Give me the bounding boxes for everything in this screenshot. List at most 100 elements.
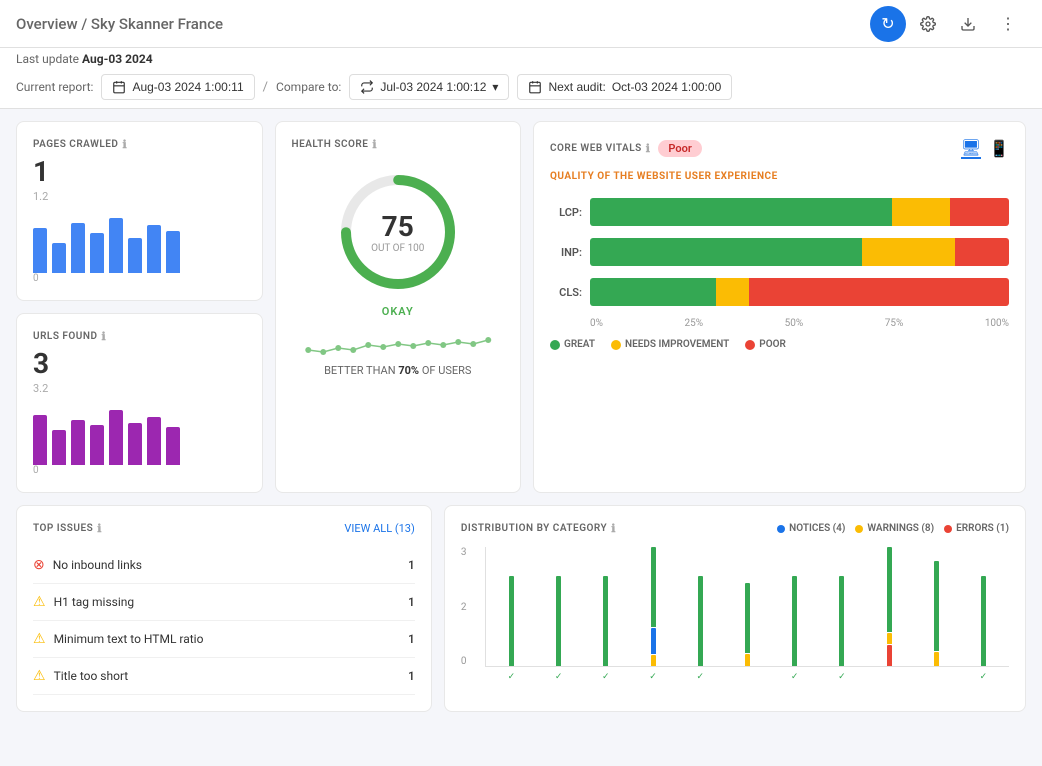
- dist-col: ✓: [631, 547, 674, 666]
- teal-bar: [745, 583, 750, 653]
- refresh-button[interactable]: ↻: [870, 6, 906, 42]
- more-button[interactable]: ⋮: [990, 6, 1026, 42]
- cwv-legend: GREAT NEEDS IMPROVEMENT POOR: [550, 339, 1009, 350]
- check-mark: ✓: [838, 672, 846, 682]
- needs-improvement-dot: [611, 340, 621, 350]
- dist-chart: 3 2 0 ✓ ✓: [461, 547, 1009, 687]
- bar: [128, 423, 142, 465]
- mobile-icon[interactable]: 📱: [989, 139, 1009, 158]
- gauge-score: 75: [371, 210, 424, 243]
- next-audit-button[interactable]: Next audit: Oct-03 2024 1:00:00: [517, 74, 732, 100]
- pages-crawled-scale-bottom: 0: [33, 273, 246, 284]
- pages-crawled-card: PAGES CRAWLED ℹ 1 1.2 0: [16, 121, 263, 301]
- issues-header: TOP ISSUES ℹ VIEW ALL (13): [33, 522, 415, 535]
- issue-text: No inbound links: [53, 558, 400, 572]
- urls-found-chart: [33, 405, 246, 465]
- health-score-title: HEALTH SCORE ℹ: [292, 138, 505, 151]
- cwv-header: CORE WEB VITALS ℹ Poor 🖥 📱: [550, 138, 1009, 159]
- check-mark: ✓: [508, 672, 516, 682]
- view-all-link[interactable]: VIEW ALL (13): [344, 522, 414, 535]
- bar: [109, 218, 123, 273]
- great-dot: [550, 340, 560, 350]
- better-than: BETTER THAN 70% OF USERS: [324, 364, 471, 377]
- warning-icon: ⚠: [33, 668, 46, 684]
- check-mark: ✓: [602, 672, 610, 682]
- legend-poor: POOR: [745, 339, 786, 350]
- cwv-info-icon[interactable]: ℹ: [646, 142, 651, 155]
- settings-button[interactable]: [910, 6, 946, 42]
- notices-legend: NOTICES (4): [777, 523, 845, 534]
- red-bar: [887, 645, 892, 666]
- health-score-card: HEALTH SCORE ℹ 75 OUT OF 100 OKAY: [275, 121, 522, 493]
- bar: [71, 420, 85, 465]
- cwv-title: CORE WEB VITALS ℹ: [550, 142, 650, 155]
- legend-needs-improvement: NEEDS IMPROVEMENT: [611, 339, 729, 350]
- cls-label: CLS:: [550, 286, 582, 299]
- legend-great: GREAT: [550, 339, 595, 350]
- teal-bar: [839, 576, 844, 666]
- dist-col: ✓: [679, 547, 722, 666]
- bar: [52, 243, 66, 273]
- issue-row: ⚠ H1 tag missing 1: [33, 584, 415, 621]
- inp-red: [955, 238, 1009, 266]
- errors-dot: [944, 525, 952, 533]
- gauge-status: OKAY: [382, 305, 414, 318]
- health-score-info-icon[interactable]: ℹ: [372, 138, 377, 151]
- bar: [33, 415, 47, 465]
- bar: [109, 410, 123, 465]
- issue-row: ⚠ Minimum text to HTML ratio 1: [33, 621, 415, 658]
- pages-crawled-info-icon[interactable]: ℹ: [122, 138, 127, 151]
- last-update: Last update Aug-03 2024: [16, 52, 1026, 66]
- inp-label: INP:: [550, 246, 582, 259]
- urls-found-title: URLS FOUND ℹ: [33, 330, 246, 343]
- urls-found-value: 3: [33, 347, 246, 380]
- cls-green: [590, 278, 716, 306]
- inp-yellow: [862, 238, 954, 266]
- pages-crawled-scale-top: 1.2: [33, 190, 246, 203]
- inp-row: INP:: [550, 238, 1009, 266]
- urls-found-info-icon[interactable]: ℹ: [101, 330, 106, 343]
- current-date-button[interactable]: Aug-03 2024 1:00:11: [101, 74, 254, 100]
- urls-found-card: URLS FOUND ℹ 3 3.2 0: [16, 313, 263, 493]
- lcp-label: LCP:: [550, 206, 582, 219]
- issue-row: ⚠ Title too short 1: [33, 658, 415, 695]
- yellow-bar: [745, 654, 750, 666]
- dist-col: ✓: [820, 547, 863, 666]
- bar: [166, 427, 180, 465]
- main-content: PAGES CRAWLED ℹ 1 1.2 0: [0, 109, 1042, 724]
- desktop-icon[interactable]: 🖥: [961, 138, 981, 159]
- device-icons: 🖥 📱: [961, 138, 1009, 159]
- bottom-grid: TOP ISSUES ℹ VIEW ALL (13) ⊗ No inbound …: [16, 505, 1026, 712]
- check-mark: ✓: [555, 672, 563, 682]
- dist-col: [726, 547, 769, 666]
- dist-info-icon[interactable]: ℹ: [611, 522, 616, 535]
- lcp-row: LCP:: [550, 198, 1009, 226]
- warnings-legend: WARNINGS (8): [855, 523, 934, 534]
- errors-legend: ERRORS (1): [944, 523, 1009, 534]
- inp-bar: [590, 238, 1009, 266]
- dist-bars-area: ✓ ✓ ✓: [485, 547, 1009, 667]
- warning-icon: ⚠: [33, 631, 46, 647]
- report-bar: Current report: Aug-03 2024 1:00:11 / Co…: [16, 74, 1026, 100]
- export-button[interactable]: [950, 6, 986, 42]
- issues-info-icon[interactable]: ℹ: [97, 522, 102, 535]
- dist-col: ✓: [490, 547, 533, 666]
- bar: [52, 430, 66, 465]
- error-icon: ⊗: [33, 557, 45, 573]
- poor-dot: [745, 340, 755, 350]
- compare-date-button[interactable]: Jul-03 2024 1:00:12 ▾: [349, 74, 509, 100]
- breadcrumb-overview: Overview: [16, 15, 78, 33]
- issue-count: 1: [408, 558, 415, 572]
- yellow-bar: [651, 655, 656, 666]
- issues-title: TOP ISSUES ℹ: [33, 522, 102, 535]
- issue-count: 1: [408, 669, 415, 683]
- pages-crawled-chart: [33, 213, 246, 273]
- subheader: Last update Aug-03 2024 Current report: …: [0, 48, 1042, 109]
- dist-col: ✓: [584, 547, 627, 666]
- teal-bar: [603, 576, 608, 666]
- cwv-axis: 0% 25% 50% 75% 100%: [550, 318, 1009, 329]
- bar: [147, 417, 161, 465]
- distribution-card: DISTRIBUTION BY CATEGORY ℹ NOTICES (4) W…: [444, 505, 1026, 712]
- teal-bar: [792, 576, 797, 666]
- issue-text: Title too short: [54, 669, 400, 683]
